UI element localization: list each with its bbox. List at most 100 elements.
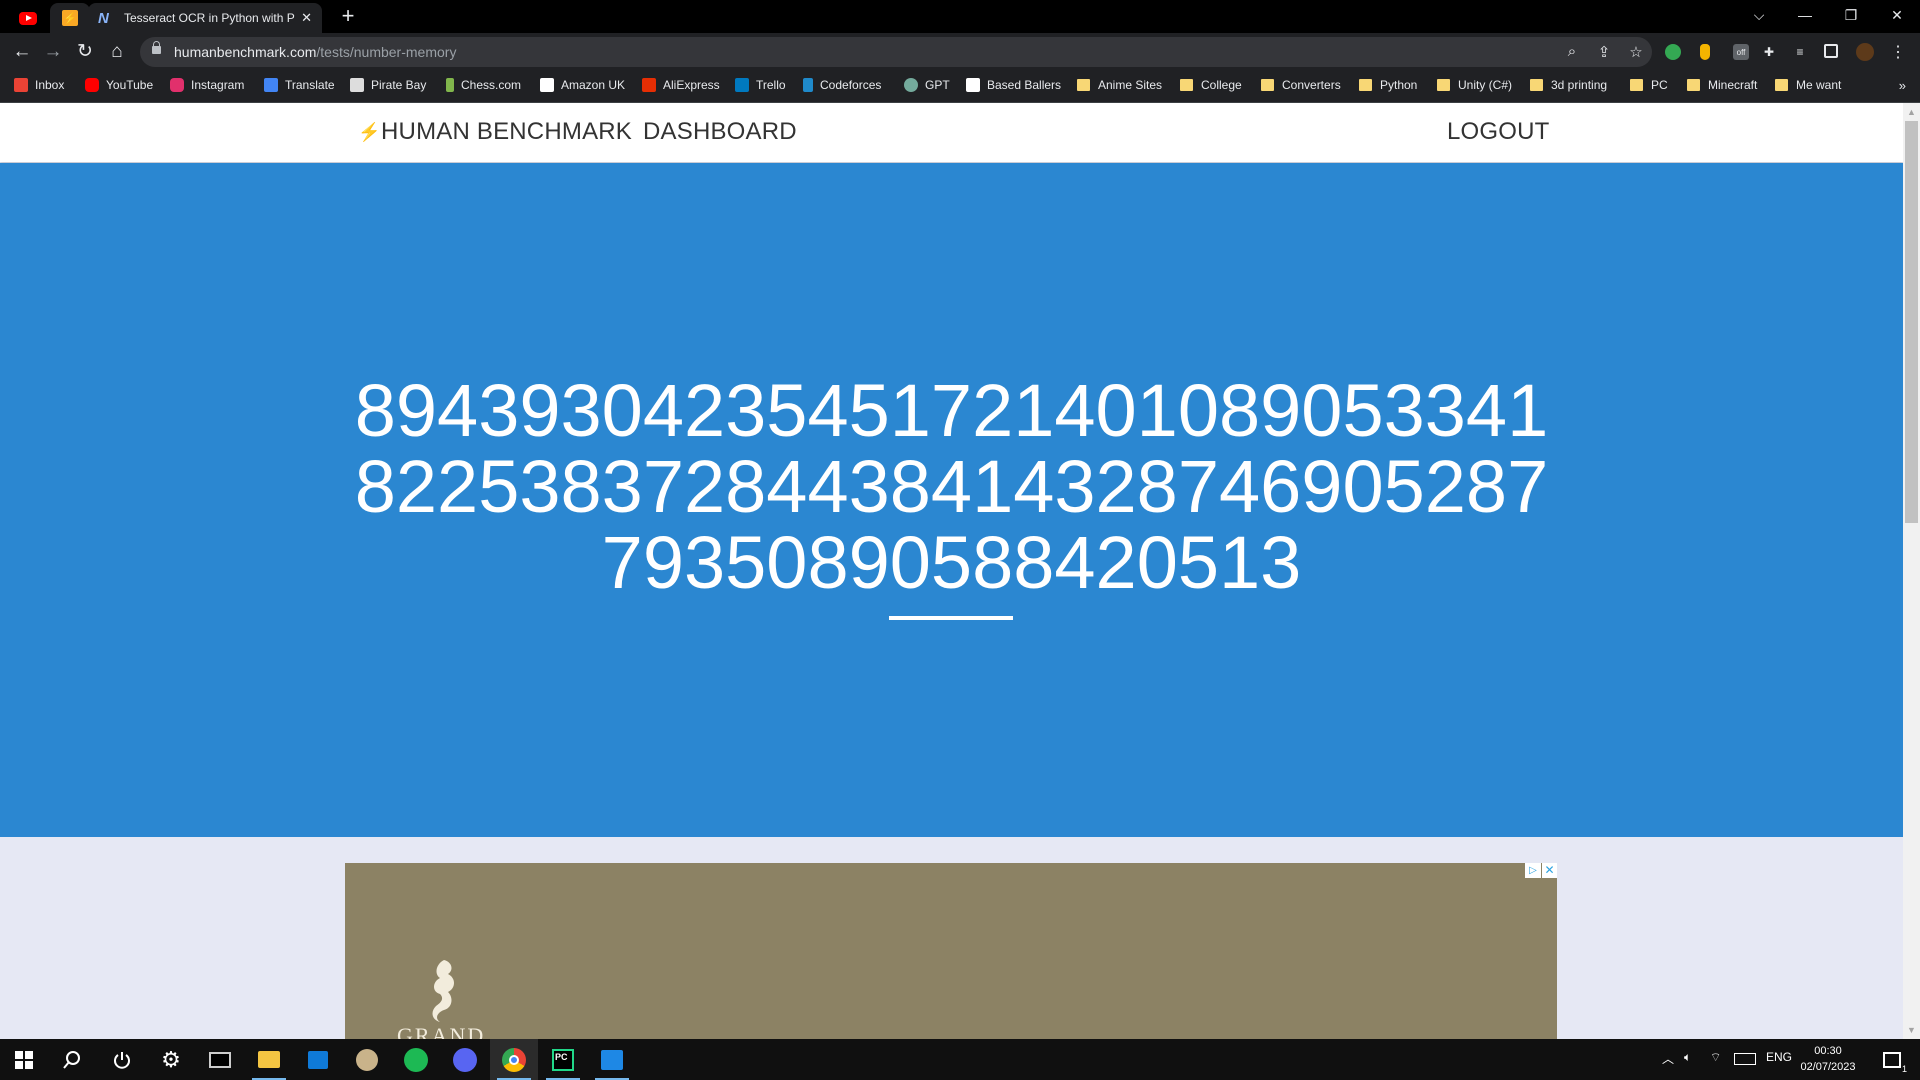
bookmark-trello[interactable]: Trello	[735, 78, 786, 92]
bookmark-folder-converters[interactable]: Converters	[1261, 78, 1341, 92]
bookmark-based-ballers[interactable]: Based Ballers	[966, 78, 1061, 92]
power-icon	[114, 1051, 130, 1069]
bookmark-folder-minecraft[interactable]: Minecraft	[1687, 78, 1757, 92]
bookmark-folder-python[interactable]: Python	[1359, 78, 1417, 92]
home-button[interactable]: ⌂	[105, 40, 129, 64]
extensions-puzzle-icon[interactable]: ✚	[1761, 44, 1777, 60]
terminal-app[interactable]	[196, 1039, 244, 1080]
settings-button[interactable]: ⚙	[147, 1039, 195, 1080]
ad-close-icon[interactable]: ✕	[1542, 863, 1557, 878]
folder-icon	[1077, 79, 1090, 91]
test-area[interactable]: 89439304235451721401089053341 8225383728…	[0, 163, 1903, 837]
close-window-button[interactable]: ✕	[1874, 2, 1920, 28]
forward-button[interactable]: →	[41, 40, 65, 64]
ad-info-icon[interactable]: ▷	[1525, 863, 1541, 878]
search-button[interactable]	[48, 1039, 96, 1080]
extension-green-icon[interactable]	[1665, 44, 1681, 60]
youtube-icon	[19, 11, 37, 25]
tab-search-button[interactable]: ⌵	[1736, 2, 1782, 28]
chrome-icon	[502, 1047, 526, 1072]
clock-date: 02/07/2023	[1800, 1061, 1856, 1073]
pinned-tab-youtube[interactable]	[8, 3, 48, 33]
folder-icon	[1775, 79, 1788, 91]
back-button[interactable]: ←	[10, 40, 34, 64]
close-tab-icon[interactable]: ✕	[301, 10, 312, 26]
bookmark-codeforces[interactable]: Codeforces	[803, 78, 881, 92]
paint-app[interactable]	[343, 1039, 391, 1080]
scrollbar-thumb[interactable]	[1905, 121, 1918, 523]
restore-button[interactable]: ❐	[1828, 2, 1874, 28]
bookmark-folder-anime-sites[interactable]: Anime Sites	[1077, 78, 1162, 92]
notification-center-button[interactable]: 1	[1868, 1039, 1916, 1080]
bookmark-aliexpress[interactable]: AliExpress	[642, 78, 720, 92]
spotify-icon	[404, 1047, 428, 1072]
bookmark-translate[interactable]: Translate	[264, 78, 335, 92]
search-icon	[63, 1050, 80, 1069]
terminal-icon	[209, 1051, 231, 1068]
minimize-button[interactable]: —	[1782, 2, 1828, 28]
reading-list-icon[interactable]: ≡	[1792, 44, 1808, 60]
pinned-tab-human-benchmark[interactable]: ⚡	[50, 3, 90, 33]
photos-app[interactable]	[588, 1039, 636, 1080]
discord-app[interactable]	[441, 1039, 489, 1080]
dashboard-link[interactable]: DASHBOARD	[643, 118, 797, 146]
site-navbar: ⚡ HUMAN BENCHMARK DASHBOARD LOGOUT	[0, 103, 1903, 162]
volume-icon[interactable]: 🔈︎	[1684, 1050, 1691, 1065]
gear-icon: ⚙	[161, 1046, 181, 1072]
lightning-icon: ⚡	[358, 122, 381, 142]
tray-overflow-icon[interactable]: ︿	[1662, 1050, 1674, 1067]
file-explorer-app[interactable]	[245, 1039, 293, 1080]
new-tab-button[interactable]: +	[336, 4, 360, 28]
bookmark-folder-pc[interactable]: PC	[1630, 78, 1668, 92]
extension-off-icon[interactable]: off	[1733, 44, 1749, 60]
bookmark-inbox[interactable]: Inbox	[14, 78, 64, 92]
address-bar[interactable]: humanbenchmark.com/tests/number-memory ⌕…	[140, 37, 1652, 67]
bookmark-pirate-bay[interactable]: Pirate Bay	[350, 78, 426, 92]
active-tab[interactable]: N Tesseract OCR in Python with Pyt ✕	[88, 3, 322, 33]
bookmark-folder-college[interactable]: College	[1180, 78, 1242, 92]
profile-avatar[interactable]	[1856, 43, 1874, 61]
number-line: 89439304235451721401089053341	[354, 369, 1549, 452]
spotify-app[interactable]	[392, 1039, 440, 1080]
bookmark-folder-3d-printing[interactable]: 3d printing	[1530, 78, 1607, 92]
zoom-icon[interactable]: ⌕	[1562, 43, 1582, 60]
pycharm-icon: PC	[552, 1048, 574, 1071]
clock-time: 00:30	[1814, 1045, 1842, 1057]
reload-button[interactable]: ↻	[73, 40, 97, 64]
pirate-bay-icon	[350, 78, 364, 92]
clock[interactable]: 00:30 02/07/2023	[1790, 1043, 1866, 1075]
scroll-up-icon[interactable]: ▲	[1903, 104, 1920, 121]
bookmark-chess[interactable]: Chess.com	[446, 78, 521, 92]
pycharm-app[interactable]: PC	[539, 1039, 587, 1080]
share-icon[interactable]: ⇪	[1594, 43, 1614, 61]
chrome-app[interactable]	[490, 1039, 538, 1080]
store-app[interactable]	[294, 1039, 342, 1080]
folder-icon	[1261, 79, 1274, 91]
side-panel-icon[interactable]	[1824, 44, 1838, 58]
logout-link[interactable]: LOGOUT	[1447, 118, 1550, 146]
advertisement[interactable]	[345, 863, 1557, 1039]
windows-logo-icon	[15, 1050, 33, 1069]
extension-bottle-icon[interactable]	[1700, 44, 1710, 60]
language-indicator[interactable]: ENG	[1766, 1050, 1792, 1064]
wifi-icon[interactable]: ⌔	[1710, 1050, 1721, 1065]
bookmarks-overflow-button[interactable]: »	[1899, 78, 1906, 93]
url-text[interactable]: humanbenchmark.com/tests/number-memory	[174, 44, 456, 60]
folder-icon	[1630, 79, 1643, 91]
bookmark-gpt[interactable]: GPT	[904, 78, 950, 92]
memorize-number: 89439304235451721401089053341 8225383728…	[0, 373, 1903, 601]
lock-icon	[152, 41, 161, 54]
keyboard-icon[interactable]	[1734, 1053, 1756, 1065]
bookmark-star-icon[interactable]: ☆	[1626, 43, 1646, 61]
bookmark-folder-unity[interactable]: Unity (C#)	[1437, 78, 1512, 92]
bookmark-folder-me-want[interactable]: Me want	[1775, 78, 1841, 92]
brand-link[interactable]: HUMAN BENCHMARK	[381, 118, 632, 146]
scroll-down-icon[interactable]: ▼	[1903, 1022, 1920, 1039]
menu-kebab-icon[interactable]: ⋮	[1890, 44, 1906, 61]
bookmark-instagram[interactable]: Instagram	[170, 78, 244, 92]
browser-toolbar: ← → ↻ ⌂ humanbenchmark.com/tests/number-…	[0, 33, 1920, 71]
power-button[interactable]	[98, 1039, 146, 1080]
start-button[interactable]	[0, 1039, 48, 1080]
bookmark-amazon[interactable]: Amazon UK	[540, 78, 625, 92]
bookmark-youtube[interactable]: YouTube	[85, 78, 153, 92]
